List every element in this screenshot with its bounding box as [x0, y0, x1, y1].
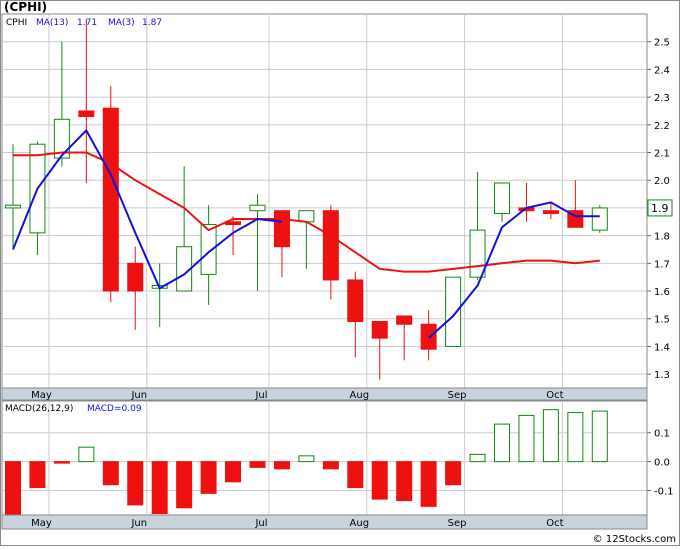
- month-label: Oct: [546, 390, 563, 401]
- candle-body: [273, 210, 290, 248]
- macd-bar: [347, 461, 364, 489]
- candle-body: [78, 110, 95, 118]
- macd-tick-label: -0.1: [654, 486, 674, 497]
- candle-body: [322, 210, 339, 281]
- candle-body: [591, 207, 608, 231]
- macd-bar: [371, 461, 388, 500]
- price-tick-label: 2.0: [654, 176, 670, 187]
- candle-body: [494, 182, 510, 214]
- macd-bar: [127, 461, 144, 506]
- candle-body: [200, 224, 217, 275]
- legend-ma3-value: 1.87: [142, 18, 162, 28]
- price-tick-label: 1.5: [654, 315, 670, 326]
- stock-chart: (CPHI) 2.5 2.4 2.3 2.2 2.1 2.0 1.9 1.8 1.7 1.6 1.5…: [0, 0, 680, 546]
- macd-bar: [445, 461, 462, 486]
- chart-svg: (CPHI) 2.5 2.4 2.3 2.2 2.1 2.0 1.9 1.8 1.7 1.6 1.5…: [0, 0, 680, 546]
- macd-legend-value: MACD=0.09: [87, 404, 142, 414]
- macd-legend-label: MACD(26,12,9): [5, 404, 73, 414]
- month-label: Aug: [350, 390, 370, 401]
- month-label: Jul: [254, 390, 267, 401]
- price-tick-label: 2.1: [654, 149, 670, 160]
- macd-bar: [5, 461, 21, 517]
- legend-ticker: CPHI: [6, 18, 27, 28]
- legend-ma3-label: MA(3): [108, 18, 135, 28]
- chart-title: (CPHI): [4, 0, 47, 14]
- macd-bar: [273, 461, 290, 470]
- macd-bar: [176, 461, 193, 509]
- price-tick-label: 2.2: [654, 121, 670, 132]
- candle-body: [347, 279, 364, 323]
- macd-bar: [469, 453, 486, 463]
- month-label: May: [31, 518, 52, 529]
- legend-ma13-value: 1.71: [77, 18, 97, 28]
- macd-bar: [591, 410, 608, 463]
- price-tick-label: 1.3: [654, 370, 670, 381]
- price-tick-label: 1.6: [654, 287, 670, 298]
- candle-body: [469, 229, 486, 278]
- macd-bar: [396, 461, 413, 502]
- candle-body: [102, 107, 119, 292]
- macd-bar: [53, 461, 70, 464]
- candle-body: [371, 321, 388, 339]
- price-tick-label: 2.5: [654, 38, 670, 49]
- macd-bar: [322, 461, 339, 470]
- price-tick-label: 1.7: [654, 259, 670, 270]
- macd-bar: [29, 461, 46, 489]
- price-panel: [1, 13, 648, 389]
- price-tick-label: 1.4: [654, 342, 670, 353]
- macd-tick-label: 0.0: [654, 458, 670, 469]
- candle-body: [396, 315, 413, 325]
- price-tick-label: 1.8: [654, 232, 670, 243]
- candle-body: [445, 276, 462, 347]
- candle-body: [249, 204, 266, 212]
- macd-bar: [518, 414, 535, 463]
- month-label: May: [31, 390, 52, 401]
- macd-bar: [298, 455, 315, 463]
- watermark: © 12Stocks.com: [593, 534, 676, 545]
- last-price-label: 1.9: [651, 202, 669, 215]
- macd-bar: [249, 461, 266, 468]
- candle-body: [5, 204, 21, 209]
- legend-ma13-label: MA(13): [36, 18, 68, 28]
- last-price-tag: 1.9: [647, 199, 673, 217]
- month-label: Aug: [350, 518, 370, 529]
- month-label: Jun: [130, 390, 147, 401]
- macd-bar: [542, 409, 559, 463]
- month-label: Jul: [254, 518, 267, 529]
- macd-bar: [102, 461, 119, 486]
- macd-bar: [494, 423, 510, 463]
- candle-body: [542, 210, 559, 214]
- month-label: Oct: [546, 518, 563, 529]
- price-tick-label: 2.3: [654, 93, 670, 104]
- macd-bar: [567, 412, 584, 463]
- macd-bar: [200, 461, 217, 494]
- macd-bar: [78, 446, 95, 463]
- macd-bar: [420, 461, 437, 507]
- price-tick-label: 2.4: [654, 65, 670, 76]
- candle-body: [298, 210, 315, 223]
- macd-bar: [225, 461, 242, 483]
- month-label: Sep: [448, 390, 467, 401]
- macd-tick-label: 0.1: [654, 429, 670, 440]
- month-label: Sep: [448, 518, 467, 529]
- macd-bar: [151, 461, 168, 515]
- month-label: Jun: [130, 518, 147, 529]
- candle-body: [127, 262, 144, 292]
